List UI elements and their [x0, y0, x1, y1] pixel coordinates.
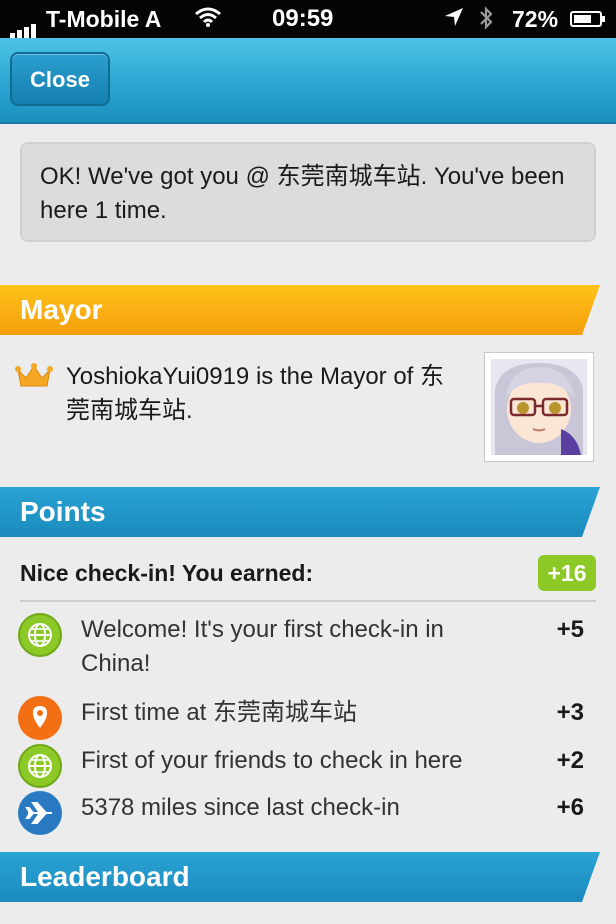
carrier-label: T-Mobile A [46, 6, 162, 32]
checkin-message: OK! We've got you @ 东莞南城车站. You've been … [20, 142, 596, 242]
location-arrow-icon [443, 6, 465, 34]
clock: 09:59 [272, 5, 334, 32]
mayor-description: YoshiokaYui0919 is the Mayor of 东莞南城车站. [66, 363, 445, 424]
section-header-mayor: Mayor [0, 285, 600, 335]
points-value: +6 [556, 794, 584, 821]
globe-icon [18, 613, 62, 657]
section-header-leaderboard: Leaderboard [0, 852, 600, 902]
battery-icon [570, 11, 605, 27]
crown-icon [15, 362, 53, 395]
navigation-bar: Close [0, 38, 616, 124]
status-bar: T-Mobile A 09:59 72% [0, 0, 616, 39]
divider [20, 600, 596, 602]
mayor-avatar[interactable] [484, 352, 594, 462]
total-points-badge: +16 [538, 555, 596, 591]
signal-icon [10, 12, 38, 39]
globe-icon [18, 744, 62, 788]
battery-percentage: 72% [512, 6, 559, 32]
points-value: +2 [556, 747, 584, 774]
close-button[interactable]: Close [10, 52, 110, 106]
bluetooth-icon [478, 5, 494, 37]
earned-label: Nice check-in! You earned: [20, 560, 314, 586]
section-header-points: Points [0, 487, 600, 537]
airplane-icon [18, 791, 62, 835]
points-reason: First of your friends to check in here [81, 747, 463, 774]
points-reason: Welcome! It's your first check-in in Chi… [81, 616, 444, 677]
points-reason: First time at 东莞南城车站 [81, 699, 358, 726]
location-pin-icon [18, 696, 62, 740]
wifi-icon [194, 6, 222, 34]
points-value: +5 [556, 616, 584, 643]
points-reason: 5378 miles since last check-in [81, 794, 400, 821]
points-value: +3 [556, 699, 584, 726]
